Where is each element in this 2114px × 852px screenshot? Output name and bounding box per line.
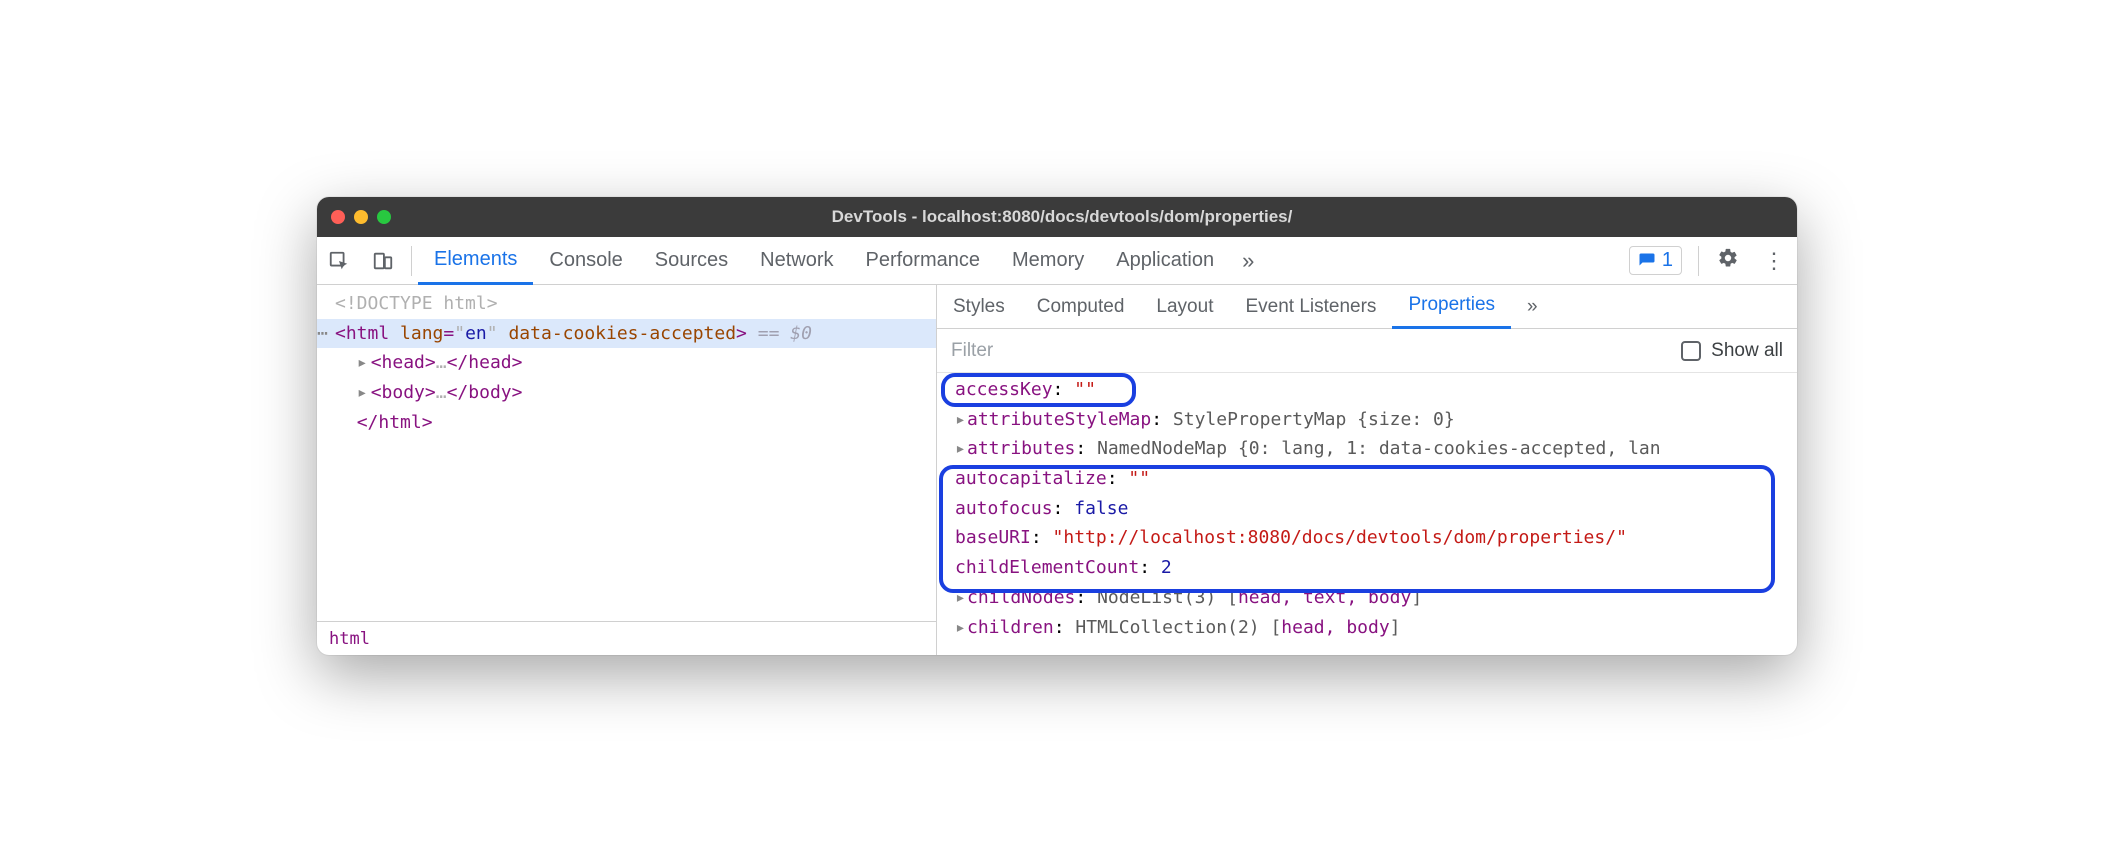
separator [1698, 246, 1699, 276]
prop-baseuri[interactable]: baseURI: "http://localhost:8080/docs/dev… [945, 523, 1789, 553]
tab-performance[interactable]: Performance [850, 237, 997, 285]
tab-elements[interactable]: Elements [418, 237, 533, 285]
dom-node-body[interactable]: ▸<body>…</body> [317, 378, 936, 408]
prop-childelementcount[interactable]: childElementCount: 2 [945, 553, 1789, 583]
elements-panel: <!DOCTYPE html> <html lang="en" data-coo… [317, 285, 937, 655]
sidebar-tabs: Styles Computed Layout Event Listeners P… [937, 285, 1797, 329]
tab-console[interactable]: Console [533, 237, 638, 285]
issues-badge[interactable]: 1 [1629, 246, 1682, 275]
doctype-node: <!DOCTYPE html> [335, 293, 498, 314]
titlebar: DevTools - localhost:8080/docs/devtools/… [317, 197, 1797, 237]
tab-event-listeners[interactable]: Event Listeners [1229, 285, 1392, 329]
tab-application[interactable]: Application [1100, 237, 1230, 285]
separator [411, 246, 412, 276]
tab-properties[interactable]: Properties [1392, 285, 1511, 329]
more-tabs-icon[interactable]: » [1230, 248, 1266, 274]
dom-node-head[interactable]: ▸<head>…</head> [317, 348, 936, 378]
dom-node-html-close: </html> [317, 408, 936, 438]
devtools-window: DevTools - localhost:8080/docs/devtools/… [317, 197, 1797, 655]
tab-sources[interactable]: Sources [639, 237, 744, 285]
prop-childnodes[interactable]: ▸childNodes: NodeList(3) [head, text, bo… [945, 583, 1789, 613]
prop-children[interactable]: ▸children: HTMLCollection(2) [head, body… [945, 613, 1789, 643]
tab-network[interactable]: Network [744, 237, 849, 285]
kebab-menu-icon[interactable]: ⋮ [1751, 248, 1797, 274]
breadcrumb[interactable]: html [317, 621, 936, 655]
main-row: <!DOCTYPE html> <html lang="en" data-coo… [317, 285, 1797, 655]
prop-autofocus[interactable]: autofocus: false [945, 494, 1789, 524]
tab-computed[interactable]: Computed [1021, 285, 1141, 329]
show-all-checkbox[interactable] [1681, 341, 1701, 361]
main-toolbar: Elements Console Sources Network Perform… [317, 237, 1797, 285]
tab-layout[interactable]: Layout [1140, 285, 1229, 329]
show-all-label: Show all [1711, 340, 1783, 362]
tab-styles[interactable]: Styles [937, 285, 1021, 329]
filter-input[interactable]: Filter [951, 340, 1681, 362]
issues-count: 1 [1662, 249, 1673, 272]
more-subtabs-icon[interactable]: » [1511, 285, 1554, 329]
prop-attributestylemap[interactable]: ▸attributeStyleMap: StylePropertyMap {si… [945, 405, 1789, 435]
prop-accesskey[interactable]: accessKey: "" [945, 375, 1789, 405]
dom-tree[interactable]: <!DOCTYPE html> <html lang="en" data-coo… [317, 285, 936, 621]
prop-autocapitalize[interactable]: autocapitalize: "" [945, 464, 1789, 494]
device-toolbar-icon[interactable] [361, 237, 405, 285]
filter-row: Filter Show all [937, 329, 1797, 373]
settings-icon[interactable] [1705, 247, 1751, 275]
prop-attributes[interactable]: ▸attributes: NamedNodeMap {0: lang, 1: d… [945, 434, 1789, 464]
breadcrumb-item[interactable]: html [329, 629, 370, 649]
inspect-element-icon[interactable] [317, 237, 361, 285]
tab-memory[interactable]: Memory [996, 237, 1100, 285]
sidebar-panel: Styles Computed Layout Event Listeners P… [937, 285, 1797, 655]
dom-node-html[interactable]: <html lang="en" data-cookies-accepted> =… [317, 319, 936, 349]
properties-list[interactable]: accessKey: "" ▸attributeStyleMap: StyleP… [937, 373, 1797, 655]
window-title: DevTools - localhost:8080/docs/devtools/… [341, 207, 1783, 227]
